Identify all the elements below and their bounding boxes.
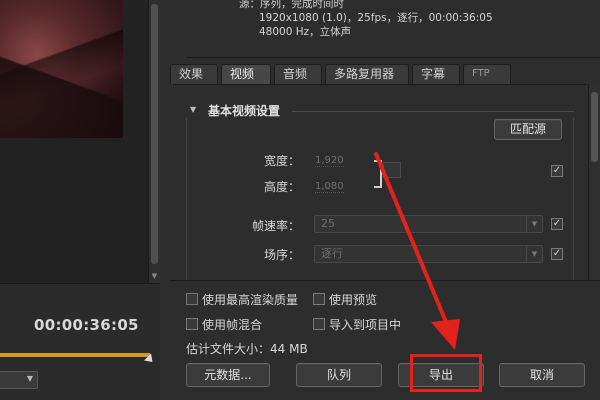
height-value[interactable]: 1,080 <box>315 181 344 193</box>
collapse-triangle-icon[interactable]: ▼ <box>190 105 196 114</box>
tab-multiplexer[interactable]: 多路复用器 <box>325 64 409 84</box>
preview-scrollbar-thumb[interactable] <box>151 4 158 264</box>
section-title: 基本视频设置 <box>208 104 281 118</box>
width-value[interactable]: 1,920 <box>315 155 344 167</box>
metadata-button[interactable]: 元数据... <box>186 363 270 387</box>
chevron-down-icon: ▼ <box>526 246 542 262</box>
preview-timecode: 00:00:36:05 <box>34 316 139 334</box>
frame-rate-value: 25 <box>321 217 335 230</box>
chain-link-icon[interactable] <box>383 162 401 178</box>
chevron-down-icon: ▼ <box>526 216 542 232</box>
timeline-range-bar[interactable] <box>0 353 150 357</box>
frame-rate-checkbox[interactable]: ✓ <box>551 218 563 230</box>
field-order-label: 场序： <box>263 248 300 262</box>
cancel-button[interactable]: 取消 <box>499 363 585 387</box>
match-source-button[interactable]: 匹配源 <box>494 119 562 140</box>
export-highlight-box <box>410 354 482 392</box>
frame-rate-select[interactable]: 25 ▼ <box>314 215 543 233</box>
frame-blending-checkbox[interactable] <box>186 318 198 330</box>
use-preview-label: 使用预览 <box>329 293 378 307</box>
field-order-value: 逐行 <box>321 247 343 260</box>
height-label: 高度： <box>263 180 300 194</box>
max-render-quality-checkbox[interactable] <box>186 293 198 305</box>
field-order-select[interactable]: 逐行 ▼ <box>314 245 543 263</box>
tab-audio[interactable]: 音频 <box>274 64 322 84</box>
scroll-down-arrow-icon[interactable]: ▼ <box>150 272 159 280</box>
max-render-quality-label: 使用最高渲染质量 <box>202 293 299 307</box>
aspect-link-bracket <box>374 160 382 188</box>
video-preview <box>0 0 123 138</box>
tab-ftp[interactable]: FTP <box>463 64 511 84</box>
tab-effects[interactable]: 效果 <box>170 64 218 84</box>
import-into-project-checkbox[interactable] <box>313 318 325 330</box>
fit-dropdown[interactable]: ▼ <box>0 371 38 389</box>
use-preview-checkbox[interactable] <box>313 293 325 305</box>
tab-captions[interactable]: 字幕 <box>412 64 460 84</box>
settings-scrollbar-thumb[interactable] <box>591 92 598 162</box>
settings-scrollbar[interactable] <box>588 84 600 280</box>
queue-button[interactable]: 队列 <box>296 363 382 387</box>
export-summary: 源：序列，完成时间时 1920x1080 (1.0)，25fps，逐行，00:0… <box>187 0 600 58</box>
preview-scrollbar[interactable]: ▼ <box>148 0 160 283</box>
frame-rate-label: 帧速率： <box>251 219 300 233</box>
field-order-checkbox[interactable]: ✓ <box>551 248 563 260</box>
summary-audio-line: 48000 Hz，立体声 <box>259 26 352 38</box>
import-into-project-label: 导入到项目中 <box>329 318 402 332</box>
width-label: 宽度： <box>263 154 300 168</box>
tab-video[interactable]: 视频 <box>221 64 271 84</box>
section-divider <box>292 111 574 112</box>
estimated-file-size: 估计文件大小：44 MB <box>186 342 308 356</box>
chevron-down-icon: ▼ <box>26 374 33 383</box>
width-height-checkbox[interactable]: ✓ <box>551 165 563 177</box>
summary-video-line: 1920x1080 (1.0)，25fps，逐行，00:00:36:05 <box>259 12 493 24</box>
frame-blending-label: 使用帧混合 <box>202 318 263 332</box>
